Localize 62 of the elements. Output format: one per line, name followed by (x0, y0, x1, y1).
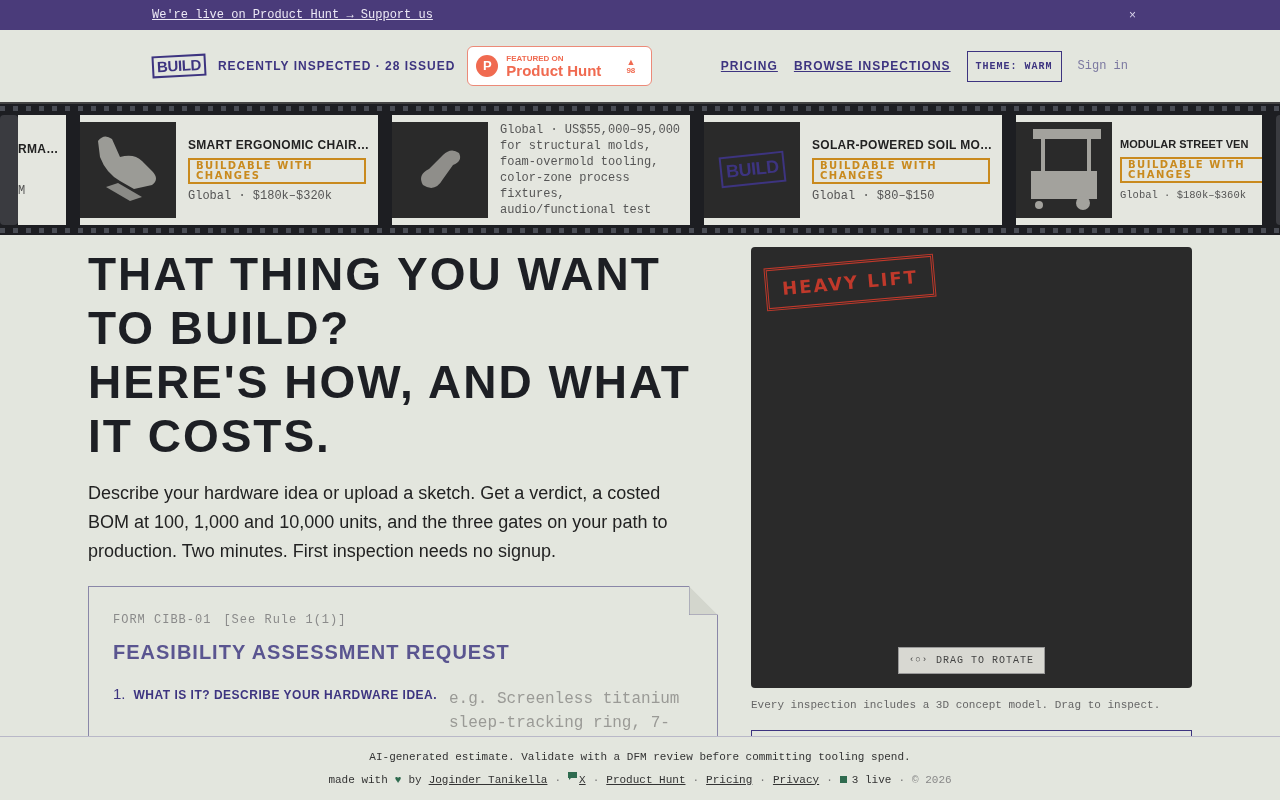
product-hunt-logo: P (476, 55, 499, 77)
nav-link[interactable]: BROWSE INSPECTIONS (793, 57, 951, 75)
theme-button[interactable]: THEME: WARM (966, 50, 1062, 82)
x-link[interactable]: X (579, 771, 586, 788)
inspection-card[interactable]: BUILD SOLAR-POWERED SOIL MO… BUILDABLE WITH CHANGES Global · $80–$150 (704, 114, 1002, 225)
vote-count: 98 (626, 66, 636, 75)
viewer-caption: Every inspection includes a 3D concept model. Drag to inspect. (751, 698, 1162, 713)
footer-link[interactable]: Product Hunt (606, 771, 686, 788)
card-meta: Global · US$55,000–95,000 for structural molds, foam-overmold tooling, color-zone process fixtures, audio/functional test (500, 121, 682, 218)
author-link[interactable]: Joginder Tanikella (428, 771, 548, 788)
made-with-label: made with (328, 772, 388, 788)
drag-to-rotate-button[interactable]: ‹○› DRAG TO ROTATE (897, 647, 1046, 674)
separator: · (759, 772, 766, 788)
verdict-badge: BUILDABLE WITH CHANGES (188, 157, 366, 184)
heavy-lift-stamp: HEAVY LIFT (763, 253, 937, 312)
footer-link[interactable]: Pricing (706, 771, 753, 788)
question-label: WHAT IS IT? DESCRIBE YOUR HARDWARE IDEA. (133, 687, 438, 704)
separator: · (692, 772, 700, 788)
question-number: 1. (113, 684, 126, 704)
separator: · (898, 772, 905, 788)
inspection-card[interactable]: MODULAR STREET VEN BUILDABLE WITH CHANGES Global · $180k–$360k (1016, 114, 1262, 225)
model-viewer[interactable]: HEAVY LIFT ‹○› DRAG TO ROTATE (751, 247, 1192, 688)
rotate-icon: ‹○› (908, 653, 929, 668)
card-meta: Global · $80–$150 (812, 187, 936, 204)
inspection-card[interactable]: Global · US$55,000–95,000 for structural molds, foam-overmold tooling, color-zone process fixtures, audio/functional test (392, 114, 690, 225)
build-stamp: BUILD (718, 150, 786, 189)
announcement-link[interactable]: We're live on Product Hunt → Support us (152, 6, 433, 24)
verdict-badge: BUILDABLE WITH CHANGES (812, 157, 990, 184)
card-meta: M (18, 182, 27, 200)
chat-icon (568, 771, 578, 780)
inspection-card[interactable]: SMART ERGONOMIC CHAIR… BUILDABLE WITH CHANGES Global · $180k–$320k (80, 114, 378, 225)
card-meta: Global · $180k–$320k (188, 187, 334, 204)
live-indicator-icon (839, 776, 847, 784)
separator: · (554, 772, 562, 788)
by-label: by (408, 772, 422, 788)
featured-on-label: FEATURED ON (506, 54, 565, 63)
close-button[interactable]: × (1129, 6, 1136, 24)
hero-title: THAT THING YOU WANT TO BUILD? HERE'S HOW, AND WHAT IT COSTS. (88, 247, 692, 463)
live-count: 3 live (851, 772, 892, 788)
upvote-icon: ▲ (626, 57, 636, 67)
logo[interactable]: BUILD (151, 53, 207, 79)
verdict-badge: BUILDABLE WITH CHANGES (1120, 156, 1262, 183)
disclaimer: AI-generated estimate. Validate with a DFM review before committing tooling spend. (369, 750, 911, 765)
form-code: FORM CIBB-01 (113, 612, 212, 629)
card-title: SMART ERGONOMIC CHAIR… (188, 136, 370, 154)
hero-description: Describe your hardware idea or upload a sketch. Get a verdict, a costed BOM at 100, 1,000 and 10,000 units, and the three gates on your path to production. Two minutes. First inspection needs no signup. (88, 482, 669, 563)
footer-link[interactable]: Privacy (772, 771, 820, 788)
recently-inspected-label: RECENTLY INSPECTED · 28 ISSUED (217, 58, 456, 75)
separator: · (826, 772, 833, 788)
card-title: RMA… (18, 140, 60, 158)
card-meta: Global · $180k–$360k (1120, 187, 1248, 203)
inspection-card[interactable]: RMA… M (18, 114, 66, 225)
card-title: SOLAR-POWERED SOIL MO… (812, 136, 993, 154)
separator: · (592, 772, 600, 788)
nav-link[interactable]: PRICING (720, 57, 778, 75)
idea-input[interactable]: e.g. Screenless titanium sleep-tracking ring, 7- (449, 687, 693, 736)
form-title: FEASIBILITY ASSESSMENT REQUEST (113, 640, 511, 665)
rule-reference: [See Rule 1(1)] (223, 612, 347, 629)
heart-icon: ♥ (394, 771, 402, 788)
card-title: MODULAR STREET VEN (1120, 137, 1250, 153)
product-hunt-name: Product Hunt (506, 62, 602, 78)
copyright: © 2026 (912, 772, 952, 788)
